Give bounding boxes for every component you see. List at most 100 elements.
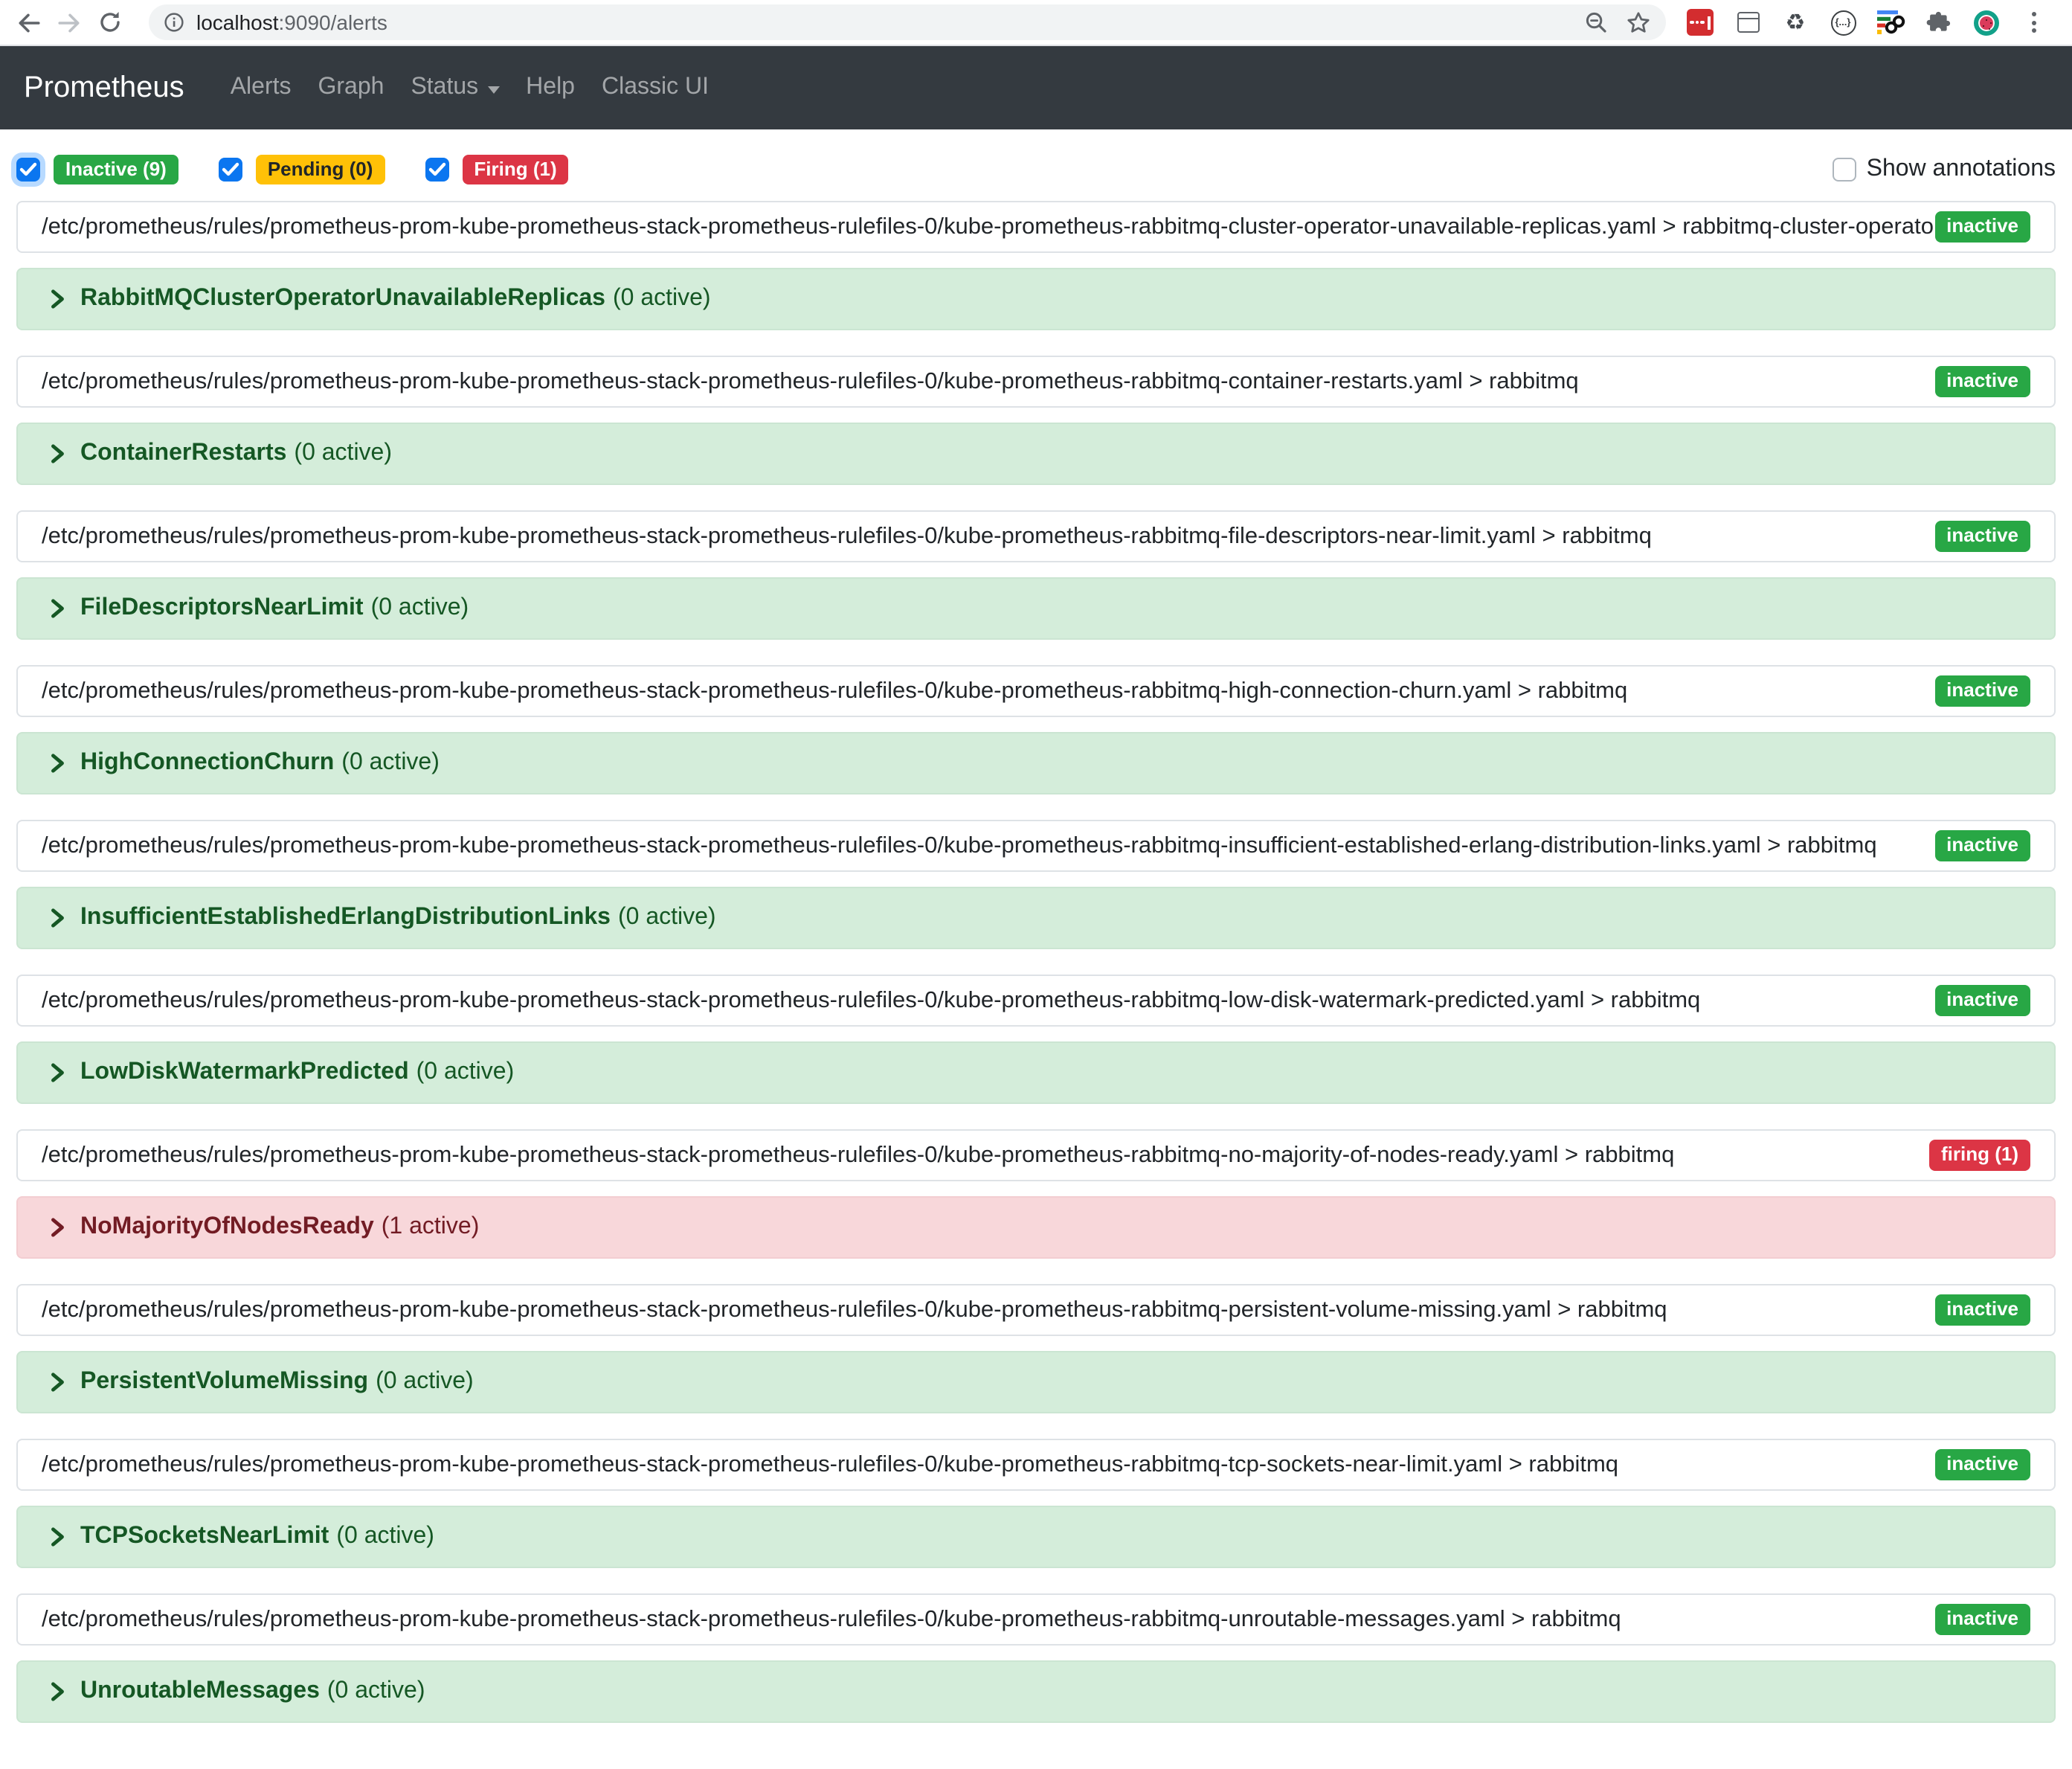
checkmark-icon — [19, 162, 37, 177]
rule-row[interactable]: HighConnectionChurn (0 active) — [16, 732, 2056, 794]
rule-file-path: /etc/prometheus/rules/prometheus-prom-ku… — [42, 523, 1652, 550]
rule-file-path: /etc/prometheus/rules/prometheus-prom-ku… — [42, 1142, 1674, 1169]
rule-row[interactable]: UnroutableMessages (0 active) — [16, 1660, 2056, 1723]
chevron-right-icon — [48, 753, 67, 774]
inactive-filter-badge[interactable]: Inactive (9) — [54, 154, 178, 185]
chevron-down-icon — [487, 86, 499, 93]
group-state-badge: firing (1) — [1929, 1140, 2030, 1171]
nav-item-help[interactable]: Help — [512, 74, 588, 101]
back-button[interactable] — [9, 2, 49, 42]
group-state-badge: inactive — [1934, 211, 2030, 243]
rule-row[interactable]: LowDiskWatermarkPredicted (0 active) — [16, 1041, 2056, 1104]
rule-active-count: (0 active) — [376, 1369, 474, 1396]
rule-active-count: (0 active) — [371, 595, 469, 622]
filter-inactive[interactable]: Inactive (9) — [16, 154, 178, 185]
reload-button[interactable] — [89, 2, 129, 42]
firing-filter-badge[interactable]: Firing (1) — [462, 154, 568, 185]
nav-item-label: Status — [411, 74, 478, 101]
json-extension-button[interactable]: {...} — [1828, 7, 1858, 37]
bookmark-star[interactable] — [1626, 10, 1651, 35]
brand-prometheus[interactable]: Prometheus — [24, 71, 184, 105]
chevron-right-icon — [48, 443, 67, 464]
rule-name: InsufficientEstablishedErlangDistributio… — [80, 905, 611, 931]
address-bar[interactable]: localhost:9090/alerts — [149, 4, 1666, 40]
recycle-icon: ♻ — [1786, 11, 1806, 33]
extensions-bar: ♻ {...} — [1685, 7, 2048, 37]
lastpass-extension-button[interactable] — [1685, 7, 1715, 37]
extensions-menu-button[interactable] — [1923, 7, 1953, 37]
forward-button[interactable] — [49, 2, 89, 42]
rule-name: PersistentVolumeMissing — [80, 1369, 368, 1396]
rule-row[interactable]: FileDescriptorsNearLimit (0 active) — [16, 577, 2056, 640]
nav-item-alerts[interactable]: Alerts — [217, 74, 305, 101]
site-info-icon[interactable] — [164, 12, 184, 33]
puzzle-icon — [1925, 10, 1951, 35]
rule-name: NoMajorityOfNodesReady — [80, 1214, 374, 1241]
nav-item-graph[interactable]: Graph — [305, 74, 398, 101]
browser-window: localhost:9090/alerts ♻ {...} — [0, 0, 2072, 1769]
rule-group: /etc/prometheus/rules/prometheus-prom-ku… — [16, 201, 2056, 330]
nav-item-label: Alerts — [231, 74, 292, 101]
chevron-right-icon — [48, 908, 67, 928]
filter-firing[interactable]: Firing (1) — [425, 154, 568, 185]
rule-group-header: /etc/prometheus/rules/prometheus-prom-ku… — [16, 1439, 2056, 1491]
rule-group: /etc/prometheus/rules/prometheus-prom-ku… — [16, 356, 2056, 485]
rule-group-header: /etc/prometheus/rules/prometheus-prom-ku… — [16, 665, 2056, 717]
rule-name: ContainerRestarts — [80, 440, 286, 467]
shortlink-extension-button[interactable] — [1876, 7, 1905, 37]
rule-active-count: (0 active) — [341, 750, 440, 777]
nav-item-status[interactable]: Status — [397, 74, 512, 101]
rule-row[interactable]: RabbitMQClusterOperatorUnavailableReplic… — [16, 268, 2056, 330]
group-state-badge: inactive — [1934, 1294, 2030, 1326]
rule-file-path: /etc/prometheus/rules/prometheus-prom-ku… — [42, 678, 1627, 704]
recycle-extension-button[interactable]: ♻ — [1780, 7, 1810, 37]
rule-active-count: (0 active) — [416, 1059, 515, 1086]
rule-groups: /etc/prometheus/rules/prometheus-prom-ku… — [16, 201, 2056, 1723]
rule-group-header: /etc/prometheus/rules/prometheus-prom-ku… — [16, 356, 2056, 408]
group-state-badge: inactive — [1934, 521, 2030, 552]
rule-row[interactable]: InsufficientEstablishedErlangDistributio… — [16, 887, 2056, 949]
rule-active-count: (0 active) — [613, 286, 711, 312]
forward-arrow-icon — [57, 10, 82, 35]
show-annotations-checkbox[interactable] — [1833, 158, 1856, 182]
show-annotations-toggle[interactable]: Show annotations — [1822, 156, 2056, 183]
pending-checkbox[interactable] — [219, 158, 242, 182]
rule-file-path: /etc/prometheus/rules/prometheus-prom-ku… — [42, 214, 1934, 240]
reload-icon — [97, 10, 121, 34]
url-text[interactable]: localhost:9090/alerts — [196, 10, 387, 34]
rule-file-path: /etc/prometheus/rules/prometheus-prom-ku… — [42, 832, 1877, 859]
filter-bar: Inactive (9) Pending (0) Firing (1) Show… — [16, 150, 2056, 189]
window-extension-button[interactable] — [1733, 7, 1763, 37]
rule-active-count: (0 active) — [294, 440, 392, 467]
rule-group-header: /etc/prometheus/rules/prometheus-prom-ku… — [16, 1284, 2056, 1336]
rule-row[interactable]: NoMajorityOfNodesReady (1 active) — [16, 1196, 2056, 1259]
group-state-badge: inactive — [1934, 675, 2030, 707]
rule-name: TCPSocketsNearLimit — [80, 1524, 329, 1550]
inactive-checkbox[interactable] — [16, 158, 40, 182]
group-state-badge: inactive — [1934, 1449, 2030, 1480]
window-icon — [1737, 12, 1759, 33]
rule-row[interactable]: TCPSocketsNearLimit (0 active) — [16, 1506, 2056, 1568]
chevron-right-icon — [48, 1681, 67, 1702]
rule-active-count: (0 active) — [327, 1678, 425, 1705]
filter-pending[interactable]: Pending (0) — [219, 154, 385, 185]
nav-item-label: Classic UI — [602, 74, 709, 101]
rule-group: /etc/prometheus/rules/prometheus-prom-ku… — [16, 1593, 2056, 1723]
rule-active-count: (1 active) — [382, 1214, 480, 1241]
rule-row[interactable]: ContainerRestarts (0 active) — [16, 423, 2056, 485]
rule-row[interactable]: PersistentVolumeMissing (0 active) — [16, 1351, 2056, 1413]
chevron-right-icon — [48, 289, 67, 309]
profile-avatar-button[interactable] — [1971, 7, 2001, 37]
nav-item-classic-ui[interactable]: Classic UI — [588, 74, 722, 101]
alerts-page: Inactive (9) Pending (0) Firing (1) Show… — [0, 129, 2072, 1723]
zoom-out-indicator[interactable] — [1584, 10, 1608, 34]
pending-filter-badge[interactable]: Pending (0) — [256, 154, 385, 185]
firing-checkbox[interactable] — [425, 158, 448, 182]
star-icon — [1626, 10, 1651, 35]
rule-group-header: /etc/prometheus/rules/prometheus-prom-ku… — [16, 1129, 2056, 1181]
avatar — [1973, 10, 1998, 35]
bars-link-icon — [1876, 7, 1905, 37]
rule-group: /etc/prometheus/rules/prometheus-prom-ku… — [16, 1439, 2056, 1568]
prometheus-navbar: Prometheus Alerts Graph Status Help Clas… — [0, 46, 2072, 129]
browser-menu-button[interactable] — [2018, 7, 2048, 37]
